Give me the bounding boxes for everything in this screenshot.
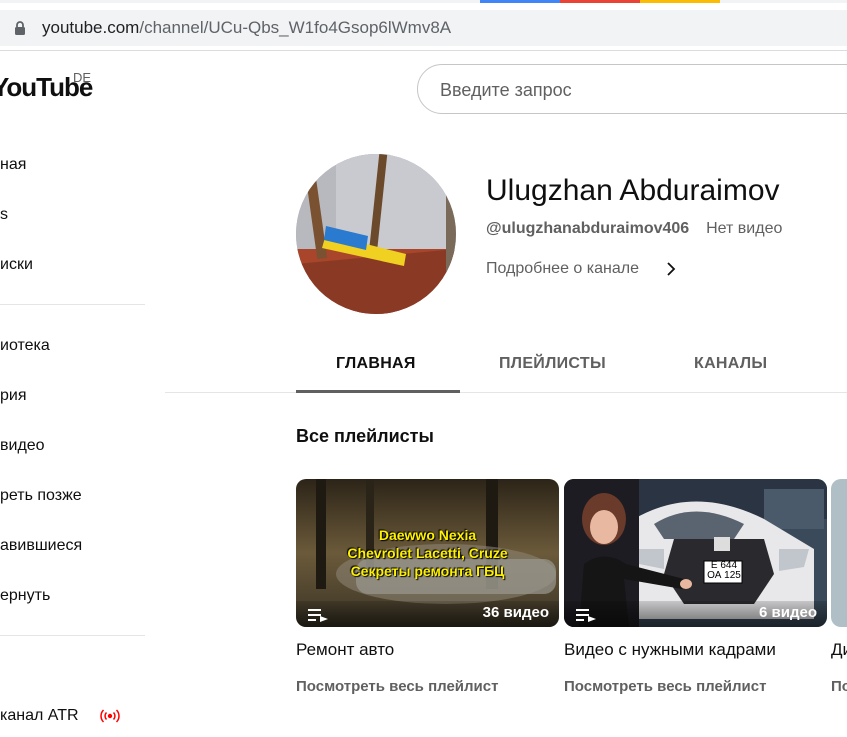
- playlist-video-count: 36 видео: [482, 604, 549, 621]
- sidebar-divider: [0, 304, 145, 305]
- playlist-video-count: 6 видео: [759, 604, 817, 621]
- tab-home[interactable]: ГЛАВНАЯ: [336, 355, 416, 373]
- browser-tab-strip: [0, 0, 847, 3]
- tab-channels[interactable]: КАНАЛЫ: [694, 355, 767, 373]
- channel-about-link[interactable]: Подробнее о канале: [486, 260, 639, 278]
- license-plate: Е 644 ОА 125: [705, 561, 743, 581]
- sidebar-item-collapse[interactable]: ернуть: [0, 587, 50, 605]
- playlist-icon: [308, 609, 328, 622]
- playlist-title[interactable]: Ди: [831, 640, 847, 660]
- url-host: youtube.com: [42, 18, 140, 37]
- lock-icon[interactable]: [12, 20, 28, 36]
- thumb-caption-line: Chevrolet Lacetti, Cruze: [347, 545, 508, 561]
- playlist-thumbnail[interactable]: [831, 479, 847, 627]
- playlist-thumbnail[interactable]: Е 644 ОА 125 6 видео: [564, 479, 827, 627]
- section-title: Все плейлисты: [296, 426, 434, 446]
- avatar-image: [296, 154, 456, 314]
- sidebar-item-subscriptions[interactable]: иски: [0, 256, 33, 274]
- live-broadcast-icon: [100, 709, 120, 723]
- channel-name: Ulugzhan Abduraimov: [486, 174, 780, 207]
- sidebar-item-home[interactable]: ная: [0, 156, 26, 174]
- playlist-card[interactable]: Ди По: [831, 479, 847, 709]
- thumb-caption-line: Daewwo Nexia: [378, 527, 477, 543]
- playlist-title[interactable]: Видео с нужными кадрами: [564, 640, 776, 660]
- channel-handle: @ulugzhanabduraimov406: [486, 220, 690, 237]
- sidebar-divider: [0, 635, 145, 636]
- search-input[interactable]: [438, 77, 842, 103]
- sidebar-item-shorts[interactable]: s: [0, 206, 8, 224]
- playlist-thumbnail[interactable]: Daewwo Nexia Chevrolet Lacetti, Cruze Се…: [296, 479, 559, 627]
- view-full-playlist-link[interactable]: По: [831, 678, 847, 695]
- playlist-title[interactable]: Ремонт авто: [296, 640, 394, 660]
- sidebar-item-history[interactable]: рия: [0, 387, 27, 405]
- thumb-caption-line: Секреты ремонта ГБЦ: [350, 563, 505, 579]
- tabs-divider: [165, 392, 847, 393]
- chevron-right-icon[interactable]: [664, 259, 678, 279]
- tab-playlists[interactable]: ПЛЕЙЛИСТЫ: [499, 355, 606, 373]
- playlist-icon: [576, 609, 596, 622]
- channel-video-status: Нет видео: [706, 220, 783, 237]
- sidebar-item-your-videos[interactable]: видео: [0, 437, 45, 455]
- sidebar-item-liked[interactable]: авившиеся: [0, 537, 82, 555]
- url-text[interactable]: youtube.com/channel/UCu-Qbs_W1fo4Gsop6lW…: [42, 18, 451, 38]
- plate-line: ОА 125: [707, 570, 741, 581]
- browser-toolbar: youtube.com/channel/UCu-Qbs_W1fo4Gsop6lW…: [0, 4, 847, 51]
- search-box[interactable]: [417, 64, 847, 114]
- sidebar-item-watch-later[interactable]: реть позже: [0, 487, 82, 505]
- address-bar[interactable]: youtube.com/channel/UCu-Qbs_W1fo4Gsop6lW…: [0, 10, 847, 46]
- sidebar-item-library[interactable]: иотека: [0, 337, 50, 355]
- view-full-playlist-link[interactable]: Посмотреть весь плейлист: [564, 678, 766, 695]
- sidebar-item-channel-atr[interactable]: канал ATR: [0, 707, 79, 725]
- logo-country-code: DE: [73, 70, 92, 85]
- playlist-card[interactable]: Daewwo Nexia Chevrolet Lacetti, Cruze Се…: [296, 479, 559, 695]
- channel-avatar[interactable]: [296, 154, 456, 314]
- active-tab-indicator: [296, 390, 460, 393]
- channel-meta: @ulugzhanabduraimov406 Нет видео: [486, 220, 782, 238]
- url-path: /channel/UCu-Qbs_W1fo4Gsop6lWmv8A: [139, 18, 452, 37]
- view-full-playlist-link[interactable]: Посмотреть весь плейлист: [296, 678, 498, 695]
- playlist-card[interactable]: Е 644 ОА 125 6 видео Видео с нужными кад…: [564, 479, 827, 695]
